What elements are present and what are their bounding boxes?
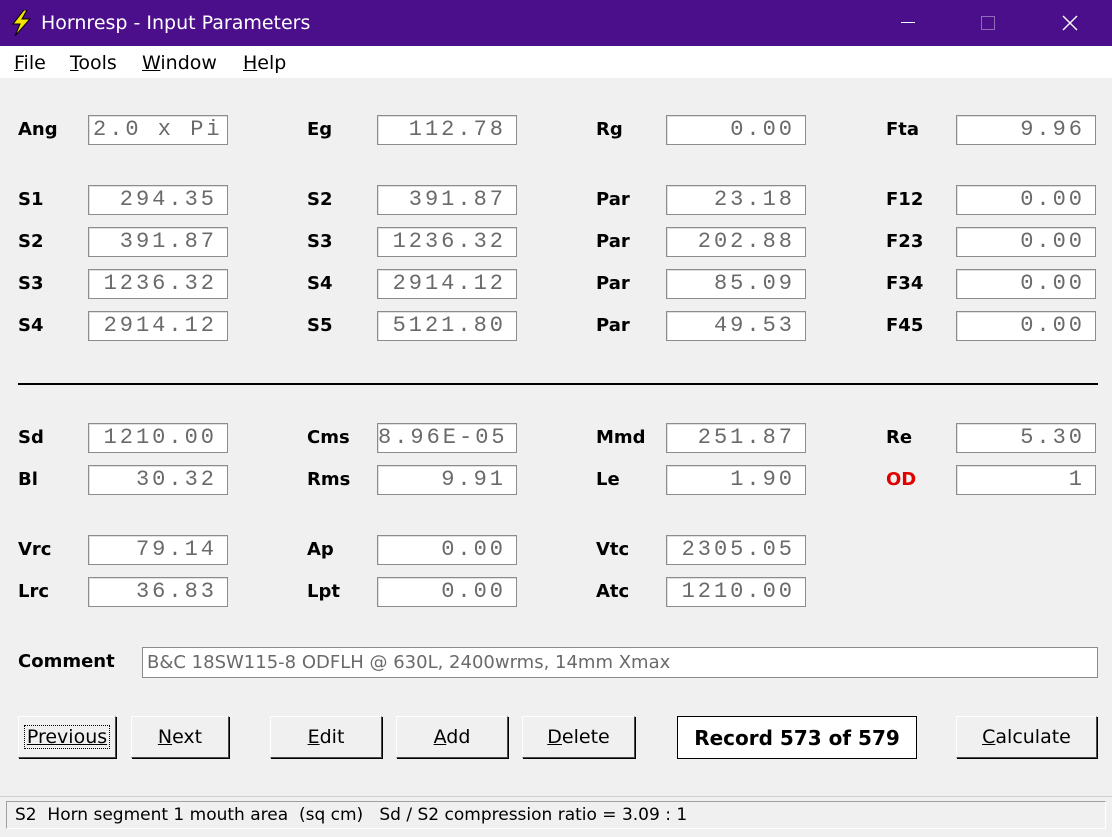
label-rms: Rms — [307, 469, 351, 490]
label-lrc: Lrc — [18, 581, 50, 602]
field-f45[interactable]: 0.00 — [956, 311, 1096, 341]
field-re[interactable]: 5.30 — [956, 423, 1096, 453]
label-par2: Par — [596, 231, 630, 252]
field-lrc[interactable]: 36.83 — [88, 577, 228, 607]
label-lpt: Lpt — [307, 581, 340, 602]
field-ap[interactable]: 0.00 — [377, 535, 517, 565]
field-eg[interactable]: 112.78 — [377, 115, 517, 145]
field-s4[interactable]: 2914.12 — [377, 269, 517, 299]
close-icon — [1062, 15, 1078, 31]
menu-help[interactable]: Help — [243, 52, 286, 74]
label-vtc: Vtc — [596, 539, 630, 560]
label-par4: Par — [596, 315, 630, 336]
label-s5: S5 — [307, 315, 333, 336]
label-eg: Eg — [307, 119, 333, 140]
lightning-bolt-icon — [11, 10, 32, 36]
label-s1: S1 — [18, 189, 44, 210]
label-atc: Atc — [596, 581, 630, 602]
label-vrc: Vrc — [18, 539, 52, 560]
minimize-icon — [901, 22, 915, 23]
field-s4-row4[interactable]: 2914.12 — [88, 311, 228, 341]
edit-button[interactable]: Edit — [270, 716, 382, 758]
label-re: Re — [886, 427, 913, 448]
field-s3[interactable]: 1236.32 — [377, 227, 517, 257]
calculate-button[interactable]: Calculate — [956, 716, 1097, 758]
menu-file[interactable]: File — [14, 52, 46, 74]
label-ap: Ap — [307, 539, 334, 560]
field-s5[interactable]: 5121.80 — [377, 311, 517, 341]
label-f45: F45 — [886, 315, 924, 336]
label-fta: Fta — [886, 119, 920, 140]
record-indicator: Record 573 of 579 — [677, 716, 917, 759]
field-f12[interactable]: 0.00 — [956, 185, 1096, 215]
label-cms: Cms — [307, 427, 350, 448]
label-f23: F23 — [886, 231, 924, 252]
label-ang: Ang — [18, 119, 58, 140]
label-od[interactable]: OD — [886, 469, 916, 490]
separator-line — [18, 383, 1098, 385]
label-f12: F12 — [886, 189, 924, 210]
field-fta[interactable]: 9.96 — [956, 115, 1096, 145]
status-text: S2 Horn segment 1 mouth area (sq cm) Sd … — [6, 801, 1106, 829]
maximize-button[interactable] — [948, 0, 1028, 46]
label-s3-row3: S3 — [18, 273, 44, 294]
field-s3-row3[interactable]: 1236.32 — [88, 269, 228, 299]
label-s4-row4: S4 — [18, 315, 44, 336]
field-lpt[interactable]: 0.00 — [377, 577, 517, 607]
add-button[interactable]: Add — [396, 716, 508, 758]
label-le: Le — [596, 469, 620, 490]
menu-tools[interactable]: Tools — [70, 52, 117, 74]
label-s3: S3 — [307, 231, 333, 252]
delete-button[interactable]: Delete — [522, 716, 635, 758]
label-s4: S4 — [307, 273, 333, 294]
field-f34[interactable]: 0.00 — [956, 269, 1096, 299]
field-vtc[interactable]: 2305.05 — [666, 535, 806, 565]
label-par3: Par — [596, 273, 630, 294]
field-vrc[interactable]: 79.14 — [88, 535, 228, 565]
next-button[interactable]: Next — [131, 716, 229, 758]
field-mmd[interactable]: 251.87 — [666, 423, 806, 453]
field-par2[interactable]: 202.88 — [666, 227, 806, 257]
field-s2-row2[interactable]: 391.87 — [88, 227, 228, 257]
close-button[interactable] — [1030, 0, 1110, 46]
field-bl[interactable]: 30.32 — [88, 465, 228, 495]
field-ang[interactable]: 2.0 x Pi — [88, 115, 228, 145]
label-par1: Par — [596, 189, 630, 210]
label-f34: F34 — [886, 273, 924, 294]
menu-window[interactable]: Window — [142, 52, 217, 74]
field-s1[interactable]: 294.35 — [88, 185, 228, 215]
field-rms[interactable]: 9.91 — [377, 465, 517, 495]
maximize-icon — [981, 16, 995, 30]
title-bar[interactable]: Hornresp - Input Parameters — [0, 0, 1112, 46]
field-rg[interactable]: 0.00 — [666, 115, 806, 145]
label-rg: Rg — [596, 119, 623, 140]
field-par3[interactable]: 85.09 — [666, 269, 806, 299]
label-s2: S2 — [307, 189, 333, 210]
minimize-button[interactable] — [868, 0, 948, 46]
field-par1[interactable]: 23.18 — [666, 185, 806, 215]
field-cms[interactable]: 8.96E-05 — [377, 423, 517, 453]
field-sd[interactable]: 1210.00 — [88, 423, 228, 453]
field-atc[interactable]: 1210.00 — [666, 577, 806, 607]
window-title: Hornresp - Input Parameters — [41, 12, 311, 34]
field-f23[interactable]: 0.00 — [956, 227, 1096, 257]
hornresp-window: Hornresp - Input Parameters File Tools W… — [0, 0, 1112, 837]
comment-field[interactable]: B&C 18SW115-8 ODFLH @ 630L, 2400wrms, 14… — [142, 647, 1098, 678]
previous-button[interactable]: Previous — [18, 716, 116, 758]
field-od[interactable]: 1 — [956, 465, 1096, 495]
label-s2-row2: S2 — [18, 231, 44, 252]
field-s2[interactable]: 391.87 — [377, 185, 517, 215]
label-sd: Sd — [18, 427, 44, 448]
label-bl: Bl — [18, 469, 38, 490]
label-mmd: Mmd — [596, 427, 646, 448]
label-comment: Comment — [18, 651, 115, 672]
field-par4[interactable]: 49.53 — [666, 311, 806, 341]
field-le[interactable]: 1.90 — [666, 465, 806, 495]
